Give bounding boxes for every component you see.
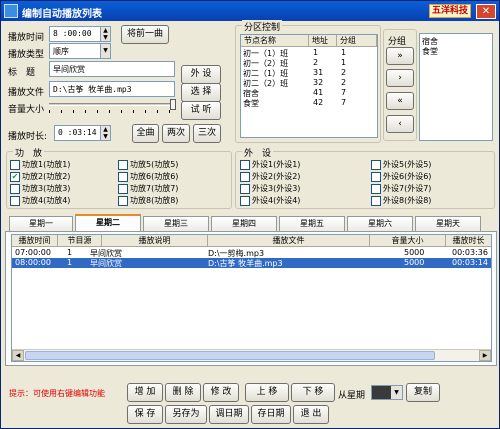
audition-button[interactable]: 试 听 [181, 101, 221, 120]
zone-header-name[interactable]: 节点名称 [241, 35, 309, 47]
scroll-left-icon[interactable]: ◀ [12, 350, 24, 361]
scrollbar-thumb[interactable] [25, 351, 435, 360]
zone-control-title: 分区控制 [242, 20, 283, 33]
from-week-select[interactable]: ▼ [371, 385, 403, 400]
volume-label: 音量大小 [8, 105, 45, 115]
amplifier-checkbox-2[interactable]: ✔ 功放2(功放2) [10, 171, 70, 182]
duration-label: 播放时长: [8, 132, 48, 142]
tab-friday[interactable]: 星期五 [279, 216, 345, 231]
tab-sunday[interactable]: 星期天 [415, 216, 481, 231]
horizontal-scrollbar[interactable]: ◀ ▶ [12, 349, 491, 361]
from-week-label: 从星期 [338, 391, 366, 401]
external-checkbox-4[interactable]: 外设4(外设4) [240, 195, 300, 206]
chevron-down-icon[interactable]: ▼ [100, 43, 111, 59]
external-device-button[interactable]: 外 设 [181, 65, 221, 84]
duration-spinner[interactable]: ▲ ▼ [100, 125, 111, 141]
scroll-right-icon[interactable]: ▶ [479, 350, 491, 361]
playlist-table[interactable]: 播放时间 节目源 播放说明 播放文件 音量大小 播放时长 07:00:00 1 … [11, 234, 492, 362]
amplifier-checkbox-5[interactable]: 功放5(功放5) [118, 159, 178, 170]
brand-logo: 五洋科技 [428, 4, 471, 18]
exit-button[interactable]: 退 出 [293, 405, 329, 424]
external-checkbox-8[interactable]: 外设8(外设8) [371, 195, 431, 206]
amplifier-checkbox-6[interactable]: 功放6(功放6) [118, 171, 178, 182]
move-up-button[interactable]: 上 移 [245, 383, 289, 402]
amplifier-checkbox-4[interactable]: 功放4(功放4) [10, 195, 70, 206]
play-type-value: 顺序 [53, 47, 69, 56]
zone-header-group[interactable]: 分组 [337, 35, 377, 47]
zone-row[interactable]: 初二（1）班 31 2 [241, 68, 386, 78]
column-header-volume[interactable]: 音量大小 [370, 235, 446, 247]
external-checkbox-1[interactable]: 外设1(外设1) [240, 159, 300, 170]
column-header-time[interactable]: 播放时间 [12, 235, 58, 247]
file-input[interactable]: D:\古筝 牧羊曲.mp3 [49, 81, 175, 97]
app-icon [4, 4, 18, 18]
external-checkbox-6[interactable]: 外设6(外设6) [371, 171, 431, 182]
amplifier-checkbox-3[interactable]: 功放3(功放3) [10, 183, 70, 194]
amplifier-checkbox-7[interactable]: 功放7(功放7) [118, 183, 178, 194]
hint-text: 提示：可使用右键编辑功能 [9, 389, 105, 398]
chevron-down-icon[interactable]: ▼ [391, 386, 402, 399]
remove-all-from-group-button[interactable]: « [386, 92, 414, 110]
play-time-label: 播放时间 [8, 33, 45, 43]
file-label: 播放文件 [8, 88, 45, 98]
external-checkbox-2[interactable]: 外设2(外设2) [240, 171, 300, 182]
save-as-button[interactable]: 另存为 [165, 405, 207, 424]
tab-wednesday[interactable]: 星期三 [143, 216, 209, 231]
column-header-duration[interactable]: 播放时长 [446, 235, 491, 247]
play-twice-button[interactable]: 两次 [162, 124, 190, 143]
zone-header-address[interactable]: 地址 [309, 35, 337, 47]
delete-button[interactable]: 删 除 [165, 383, 201, 402]
title-bar: 编制自动播放列表 五洋科技 ✕ [1, 1, 499, 21]
playlist-editor-window: 编制自动播放列表 五洋科技 ✕ 播放时间 8 :00:00 ▲ ▼ 将前一曲 播放… [0, 0, 500, 429]
play-thrice-button[interactable]: 三次 [193, 124, 221, 143]
prev-track-button[interactable]: 将前一曲 [121, 25, 169, 44]
play-type-label: 播放类型 [8, 50, 45, 60]
load-date-button[interactable]: 调日期 [209, 405, 249, 424]
move-down-button[interactable]: 下 移 [291, 383, 335, 402]
amplifier-checkbox-8[interactable]: 功放8(功放8) [118, 195, 178, 206]
table-row-selected[interactable]: 08:00:00 1 早间欣赏 D:\古筝 牧羊曲.mp3 5000 00:03… [12, 258, 491, 268]
tab-thursday[interactable]: 星期四 [211, 216, 277, 231]
modify-button[interactable]: 修 改 [203, 383, 239, 402]
add-all-to-group-button[interactable]: » [386, 47, 414, 65]
select-file-button[interactable]: 选 择 [181, 83, 221, 102]
zone-row[interactable]: 食堂 42 7 [241, 98, 386, 108]
save-button[interactable]: 保 存 [127, 405, 163, 424]
amplifier-title: 功 放 [13, 146, 45, 159]
volume-slider[interactable] [47, 98, 177, 116]
column-header-source[interactable]: 节目源 [58, 235, 102, 247]
zone-row[interactable]: 初一（2）班 2 1 [241, 58, 386, 68]
play-time-spinner[interactable]: ▲ ▼ [100, 26, 111, 42]
volume-slider-thumb[interactable] [170, 99, 176, 110]
add-button[interactable]: 增 加 [127, 383, 163, 402]
window-title: 编制自动播放列表 [22, 9, 102, 20]
zone-row[interactable]: 初一（1）班 1 1 [241, 48, 386, 58]
add-to-group-button[interactable]: › [386, 69, 414, 87]
external-device-title: 外 设 [242, 146, 274, 159]
column-header-file[interactable]: 播放文件 [208, 235, 370, 247]
external-checkbox-7[interactable]: 外设7(外设7) [371, 183, 431, 194]
tab-monday[interactable]: 星期一 [9, 216, 73, 231]
tab-saturday[interactable]: 星期六 [347, 216, 413, 231]
tab-tuesday[interactable]: 星期二 [75, 214, 141, 231]
group-list-item[interactable]: 食堂 [422, 46, 438, 57]
weekday-tabs: 星期一 星期二 星期三 星期四 星期五 星期六 星期天 [5, 214, 497, 231]
column-header-description[interactable]: 播放说明 [102, 235, 208, 247]
group-list[interactable]: 宿舍 食堂 [419, 33, 493, 141]
zone-row[interactable]: 初二（2）班 32 2 [241, 78, 386, 88]
title-label: 标 题 [8, 68, 36, 78]
save-date-button[interactable]: 存日期 [251, 405, 291, 424]
zone-row[interactable]: 宿舍 41 7 [241, 88, 386, 98]
remove-from-group-button[interactable]: ‹ [386, 115, 414, 133]
full-track-button[interactable]: 全曲 [132, 124, 159, 143]
external-checkbox-3[interactable]: 外设3(外设3) [240, 183, 300, 194]
copy-button[interactable]: 复制 [406, 383, 440, 402]
amplifier-checkbox-1[interactable]: 功放1(功放1) [10, 159, 70, 170]
close-icon[interactable]: ✕ [476, 4, 496, 19]
external-checkbox-5[interactable]: 外设5(外设5) [371, 159, 431, 170]
zone-list[interactable]: 节点名称 地址 分组 初一（1）班 1 1 初一（2）班 2 1 初二（1）班 31 2 初… [240, 34, 378, 138]
title-input[interactable]: 早间欣赏 [49, 61, 175, 77]
group-label: 分组 [388, 37, 407, 47]
table-row[interactable]: 07:00:00 1 早间欣赏 D:\一剪梅.mp3 5000 00:03:36 [12, 248, 491, 258]
